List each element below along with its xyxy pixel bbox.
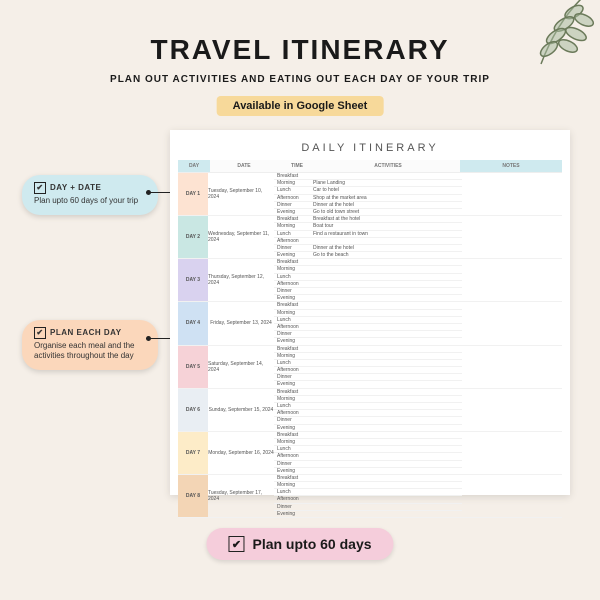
table-header: DAY DATE TIME ACTIVITIES NOTES <box>178 160 562 173</box>
callout-heading: DAY + DATE <box>50 183 101 193</box>
date-cell: Friday, September 13, 2024 <box>208 302 274 345</box>
leader-dot <box>146 190 151 195</box>
table-row: DAY 8Tuesday, September 17, 2024Breakfas… <box>178 475 562 518</box>
time-cells: BreakfastMorningLunchAfternoonDinnerEven… <box>274 173 310 216</box>
time-cells: BreakfastMorningLunchAfternoonDinnerEven… <box>274 302 310 345</box>
table-row: DAY 6Sunday, September 15, 2024Breakfast… <box>178 389 562 432</box>
activity-cells: Breakfast at the hotelBoat tourFind a re… <box>310 216 462 259</box>
pill-label: Plan upto 60 days <box>252 536 371 552</box>
col-notes: NOTES <box>460 160 562 173</box>
callout-plan-each-day: ✔ PLAN EACH DAY Organise each meal and th… <box>22 320 158 370</box>
col-time: TIME <box>278 160 316 173</box>
sheet-title: DAILY ITINERARY <box>178 138 562 160</box>
activity-cells <box>310 346 462 389</box>
google-sheet-badge: Available in Google Sheet <box>217 96 384 116</box>
date-cell: Sunday, September 15, 2024 <box>208 389 274 432</box>
time-cells: BreakfastMorningLunchAfternoonDinnerEven… <box>274 259 310 302</box>
notes-cell <box>462 432 562 475</box>
col-activities: ACTIVITIES <box>316 160 460 173</box>
date-cell: Wednesday, September 11, 2024 <box>208 216 274 259</box>
notes-cell <box>462 173 562 216</box>
time-cells: BreakfastMorningLunchAfternoonDinnerEven… <box>274 389 310 432</box>
callout-text: Organise each meal and the activities th… <box>34 341 146 361</box>
table-row: DAY 3Thursday, September 12, 2024Breakfa… <box>178 259 562 302</box>
callout-day-date: ✔ DAY + DATE Plan upto 60 days of your tr… <box>22 175 158 215</box>
time-cells: BreakfastMorningLunchAfternoonDinnerEven… <box>274 216 310 259</box>
check-icon: ✔ <box>34 327 46 339</box>
day-cell: DAY 2 <box>178 216 208 259</box>
table-row: DAY 1Tuesday, September 10, 2024Breakfas… <box>178 173 562 216</box>
col-day: DAY <box>178 160 210 173</box>
day-cell: DAY 1 <box>178 173 208 216</box>
activity-cells <box>310 432 462 475</box>
table-row: DAY 4Friday, September 13, 2024Breakfast… <box>178 302 562 345</box>
activity-cells <box>310 389 462 432</box>
date-cell: Thursday, September 12, 2024 <box>208 259 274 302</box>
callout-text: Plan upto 60 days of your trip <box>34 196 146 206</box>
activity-cells <box>310 475 462 518</box>
date-cell: Saturday, September 14, 2024 <box>208 346 274 389</box>
day-cell: DAY 4 <box>178 302 208 345</box>
notes-cell <box>462 389 562 432</box>
leader-dot <box>146 336 151 341</box>
date-cell: Tuesday, September 10, 2024 <box>208 173 274 216</box>
notes-cell <box>462 216 562 259</box>
time-cells: BreakfastMorningLunchAfternoonDinnerEven… <box>274 475 310 518</box>
table-row: DAY 5Saturday, September 14, 2024Breakfa… <box>178 346 562 389</box>
time-cells: BreakfastMorningLunchAfternoonDinnerEven… <box>274 432 310 475</box>
day-cell: DAY 8 <box>178 475 208 518</box>
col-date: DATE <box>210 160 278 173</box>
day-cell: DAY 7 <box>178 432 208 475</box>
day-cell: DAY 3 <box>178 259 208 302</box>
day-cell: DAY 5 <box>178 346 208 389</box>
time-cells: BreakfastMorningLunchAfternoonDinnerEven… <box>274 346 310 389</box>
notes-cell <box>462 475 562 518</box>
check-icon: ✔ <box>228 536 244 552</box>
activity-cells <box>310 302 462 345</box>
notes-cell <box>462 259 562 302</box>
day-cell: DAY 6 <box>178 389 208 432</box>
date-cell: Tuesday, September 17, 2024 <box>208 475 274 518</box>
page-title: TRAVEL ITINERARY <box>0 34 600 66</box>
table-row: DAY 7Monday, September 16, 2024Breakfast… <box>178 432 562 475</box>
callout-heading: PLAN EACH DAY <box>50 328 122 338</box>
table-row: DAY 2Wednesday, September 11, 2024Breakf… <box>178 216 562 259</box>
spreadsheet-preview: DAILY ITINERARY DAY DATE TIME ACTIVITIES… <box>170 130 570 495</box>
activity-cells: Plane LandingCar to hotelShop at the mar… <box>310 173 462 216</box>
page-subtitle: PLAN OUT ACTIVITIES AND EATING OUT EACH … <box>0 74 600 85</box>
plan-60-days-pill: ✔ Plan upto 60 days <box>206 528 393 560</box>
activity-cells <box>310 259 462 302</box>
date-cell: Monday, September 16, 2024 <box>208 432 274 475</box>
check-icon: ✔ <box>34 182 46 194</box>
notes-cell <box>462 302 562 345</box>
notes-cell <box>462 346 562 389</box>
